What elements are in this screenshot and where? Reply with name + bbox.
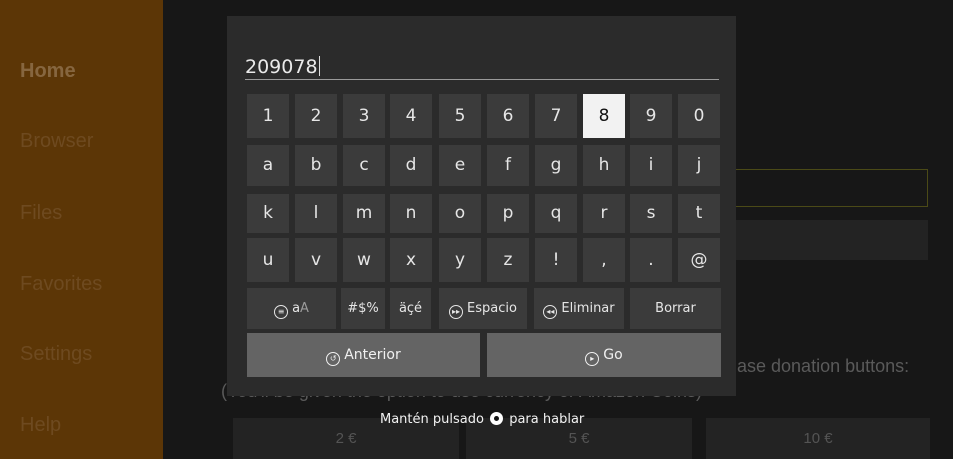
delete-label: Eliminar (561, 301, 615, 316)
key-4[interactable]: 4 (390, 94, 432, 138)
key-2[interactable]: 2 (295, 94, 337, 138)
key-t[interactable]: t (678, 194, 720, 233)
key-s[interactable]: s (630, 194, 672, 233)
key-m[interactable]: m (343, 194, 385, 233)
key-3[interactable]: 3 (343, 94, 385, 138)
case-small-label: a (292, 301, 301, 316)
key-w[interactable]: w (343, 238, 385, 282)
key-6[interactable]: 6 (487, 94, 529, 138)
key-9[interactable]: 9 (630, 94, 672, 138)
menu-icon: ≡ (274, 305, 289, 319)
key-sym-9[interactable]: @ (678, 238, 720, 282)
key-x[interactable]: x (390, 238, 432, 282)
background-input-field[interactable] (735, 169, 928, 207)
sidebar-item-settings[interactable]: Settings (20, 343, 92, 366)
key-u[interactable]: u (247, 238, 289, 282)
space-label: Espacio (467, 301, 517, 316)
keyboard-dialog: 209078 1234567890abcdefghijklmnopqrstuvw… (227, 16, 736, 396)
rewind-icon: ◂◂ (543, 305, 558, 319)
key-8[interactable]: 8 (583, 94, 625, 138)
text-input[interactable]: 209078 (245, 54, 719, 80)
key-y[interactable]: y (439, 238, 481, 282)
voice-hint-after: para hablar (509, 412, 585, 427)
key-j[interactable]: j (678, 145, 720, 186)
sidebar: Home Browser Files Favorites Settings He… (0, 0, 163, 459)
key-f[interactable]: f (487, 145, 529, 186)
text-input-value: 209078 (245, 56, 318, 78)
microphone-icon (490, 412, 504, 425)
donation-text: ase donation buttons: (737, 356, 910, 376)
sidebar-item-browser[interactable]: Browser (20, 130, 93, 153)
key-c[interactable]: c (343, 145, 385, 186)
case-big-label: A (300, 301, 309, 316)
background-bar (735, 220, 928, 260)
voice-hint: Mantén pulsado para hablar (380, 412, 584, 427)
key-k[interactable]: k (247, 194, 289, 233)
key-sym-8[interactable]: . (630, 238, 672, 282)
key-z[interactable]: z (487, 238, 529, 282)
text-caret (318, 56, 320, 76)
key-g[interactable]: g (535, 145, 577, 186)
delete-key[interactable]: ◂◂ Eliminar (534, 288, 624, 329)
key-q[interactable]: q (535, 194, 577, 233)
key-p[interactable]: p (487, 194, 529, 233)
key-a[interactable]: a (247, 145, 289, 186)
key-b[interactable]: b (295, 145, 337, 186)
key-1[interactable]: 1 (247, 94, 289, 138)
key-7[interactable]: 7 (535, 94, 577, 138)
accents-key[interactable]: äçé (390, 288, 431, 329)
key-i[interactable]: i (630, 145, 672, 186)
key-h[interactable]: h (583, 145, 625, 186)
previous-label: Anterior (344, 347, 401, 363)
case-toggle-key[interactable]: ≡ aA (247, 288, 336, 329)
key-r[interactable]: r (583, 194, 625, 233)
fast-forward-icon: ▸▸ (449, 305, 464, 319)
donate-10-button[interactable]: 10 € (706, 418, 930, 459)
key-d[interactable]: d (390, 145, 432, 186)
key-5[interactable]: 5 (439, 94, 481, 138)
clear-key[interactable]: Borrar (630, 288, 721, 329)
key-sym-7[interactable]: , (583, 238, 625, 282)
play-pause-icon: ▸ (585, 352, 600, 366)
go-label: Go (603, 347, 623, 363)
space-key[interactable]: ▸▸ Espacio (439, 288, 527, 329)
key-e[interactable]: e (439, 145, 481, 186)
key-sym-6[interactable]: ! (535, 238, 577, 282)
key-l[interactable]: l (295, 194, 337, 233)
sidebar-item-files[interactable]: Files (20, 202, 62, 225)
key-0[interactable]: 0 (678, 94, 720, 138)
key-o[interactable]: o (439, 194, 481, 233)
go-button[interactable]: ▸ Go (487, 333, 721, 377)
previous-button[interactable]: ↺ Anterior (247, 333, 480, 377)
sidebar-item-help[interactable]: Help (20, 414, 61, 437)
voice-hint-before: Mantén pulsado (380, 412, 484, 427)
symbols-key[interactable]: #$% (341, 288, 385, 329)
sidebar-item-home[interactable]: Home (20, 60, 76, 83)
sidebar-item-favorites[interactable]: Favorites (20, 273, 102, 296)
key-n[interactable]: n (390, 194, 432, 233)
key-v[interactable]: v (295, 238, 337, 282)
back-icon: ↺ (326, 352, 341, 366)
